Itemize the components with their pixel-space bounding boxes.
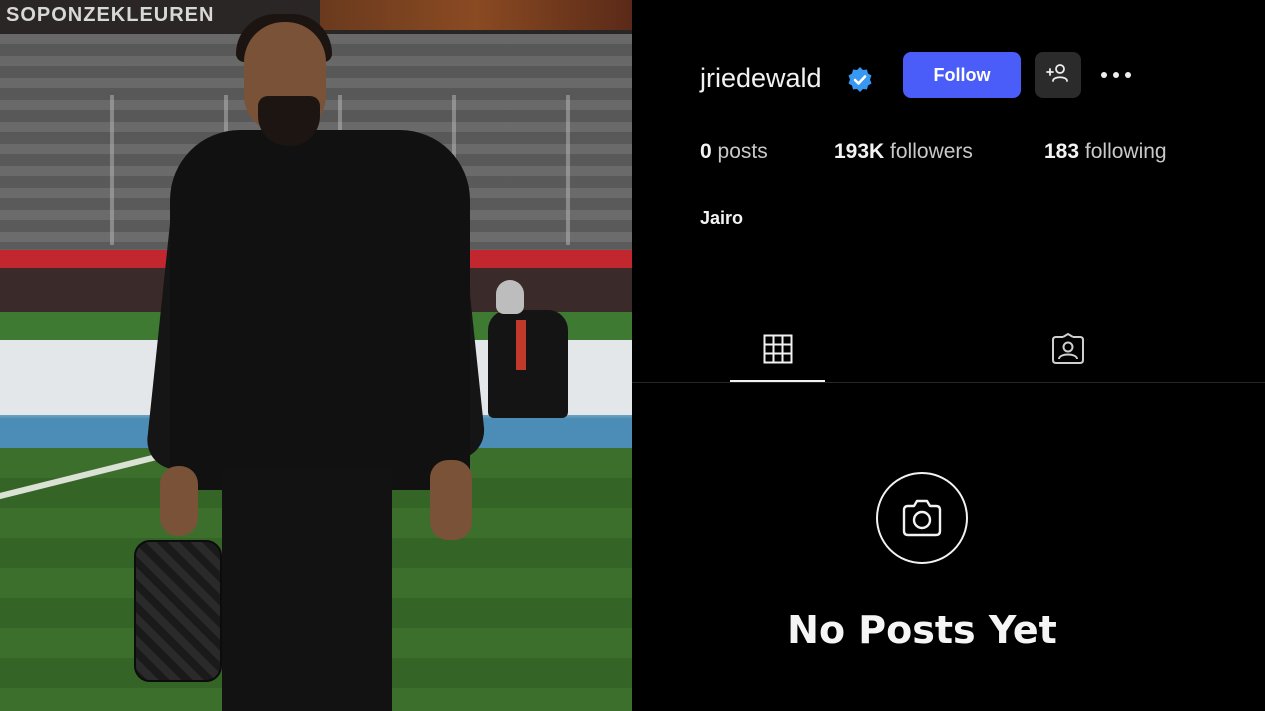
handbag bbox=[134, 540, 222, 682]
add-user-icon bbox=[1046, 63, 1070, 88]
posts-count: 0 posts bbox=[700, 140, 768, 163]
empty-state-title: No Posts Yet bbox=[787, 608, 1057, 652]
follow-button[interactable]: Follow bbox=[903, 52, 1021, 98]
more-options-icon bbox=[1100, 66, 1132, 84]
more-options-button[interactable] bbox=[1098, 60, 1134, 90]
verified-badge-icon bbox=[846, 66, 874, 94]
profile-panel: jriedewald Follow 0 posts 193K followers… bbox=[632, 0, 1265, 711]
profile-tabs bbox=[632, 320, 1265, 384]
username: jriedewald bbox=[700, 63, 822, 93]
tab-tagged[interactable] bbox=[1020, 320, 1115, 382]
tagged-icon bbox=[1051, 332, 1085, 370]
following-link[interactable]: 183 following bbox=[1044, 140, 1167, 164]
tabs-divider bbox=[632, 382, 1265, 383]
followers-link[interactable]: 193K followers bbox=[834, 140, 973, 164]
tab-posts[interactable] bbox=[730, 320, 825, 382]
suggested-users-button[interactable] bbox=[1035, 52, 1081, 98]
grid-icon bbox=[763, 334, 793, 369]
camera-icon bbox=[876, 472, 968, 564]
full-name: Jairo bbox=[700, 208, 744, 228]
person-figure bbox=[0, 0, 632, 711]
profile-photo: SOPONZEKLEUREN bbox=[0, 0, 632, 711]
